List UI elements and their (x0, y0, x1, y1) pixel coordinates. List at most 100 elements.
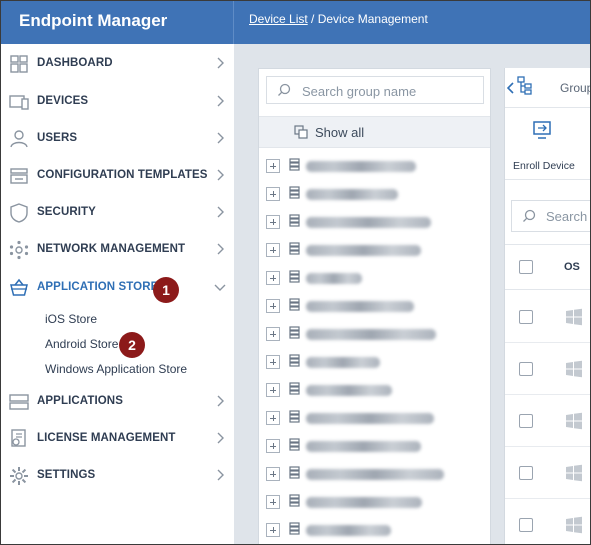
group-name-obscured (306, 413, 434, 424)
windows-os-icon (566, 464, 582, 482)
expand-plus-icon[interactable] (266, 383, 280, 397)
group-name-obscured (306, 217, 431, 228)
group-name-obscured (306, 273, 362, 284)
sidebar-item-configuration-templates[interactable]: CONFIGURATION TEMPLATES (1, 158, 234, 194)
expand-plus-icon[interactable] (266, 271, 280, 285)
dashboard-icon (10, 55, 28, 73)
group-tree-row[interactable] (259, 348, 490, 376)
group-tree-row[interactable] (259, 432, 490, 460)
expand-plus-icon[interactable] (266, 355, 280, 369)
sidebar-item-application-store[interactable]: APPLICATION STORE (1, 270, 234, 306)
sidebar-subitem-windows-application-store[interactable]: Windows Application Store (45, 362, 187, 376)
device-table-row[interactable] (505, 447, 590, 499)
select-all-checkbox[interactable] (519, 260, 533, 274)
device-table-row[interactable] (505, 395, 590, 447)
expand-plus-icon[interactable] (266, 159, 280, 173)
expand-plus-icon[interactable] (266, 439, 280, 453)
chevron-down-icon (214, 284, 226, 291)
user-icon (10, 130, 28, 148)
group-tree-icon[interactable] (517, 76, 533, 96)
chevron-right-icon (217, 395, 224, 407)
sidebar-item-network-management[interactable]: NETWORK MANAGEMENT (1, 232, 234, 268)
device-search-placeholder: Search (546, 209, 588, 224)
enroll-device-button[interactable]: Enroll Device (505, 108, 590, 180)
sidebar-item-license-management[interactable]: LICENSE MANAGEMENT (1, 421, 234, 457)
column-header-os[interactable]: OS (564, 261, 580, 273)
chevron-right-icon (217, 132, 224, 144)
group-tree-row[interactable] (259, 516, 490, 544)
sidebar-item-settings[interactable]: SETTINGS (1, 458, 234, 494)
sidebar-item-label: USERS (37, 132, 78, 144)
group-tree-row[interactable] (259, 404, 490, 432)
group-search-placeholder: Search group name (302, 84, 417, 99)
group-tree-row[interactable] (259, 460, 490, 488)
device-group-icon (289, 382, 300, 395)
collapse-left-icon[interactable] (507, 82, 515, 94)
license-icon (11, 429, 26, 447)
device-group-icon (289, 298, 300, 311)
sidebar-item-devices[interactable]: DEVICES (1, 84, 234, 120)
expand-plus-icon[interactable] (266, 327, 280, 341)
group-name-obscured (306, 329, 436, 340)
breadcrumb-device-list-link[interactable]: Device List (249, 12, 308, 26)
device-group-icon (289, 158, 300, 171)
show-all-button[interactable]: Show all (259, 116, 490, 148)
group-tree-row[interactable] (259, 152, 490, 180)
group-tree-row[interactable] (259, 180, 490, 208)
device-group-icon (289, 242, 300, 255)
search-icon (523, 209, 536, 222)
group-name-obscured (306, 357, 380, 368)
expand-plus-icon[interactable] (266, 495, 280, 509)
row-checkbox[interactable] (519, 362, 533, 376)
row-checkbox[interactable] (519, 414, 533, 428)
windows-os-icon (566, 360, 582, 378)
row-checkbox[interactable] (519, 518, 533, 532)
chevron-right-icon (217, 206, 224, 218)
row-checkbox[interactable] (519, 310, 533, 324)
sidebar-subitem-android-store[interactable]: Android Store (45, 337, 118, 351)
expand-plus-icon[interactable] (266, 243, 280, 257)
group-tree-row[interactable] (259, 376, 490, 404)
group-name-obscured (306, 469, 444, 480)
group-tree-row[interactable] (259, 208, 490, 236)
app-window: Endpoint Manager Device List / Device Ma… (0, 0, 591, 545)
chevron-right-icon (217, 243, 224, 255)
group-tree-row[interactable] (259, 320, 490, 348)
network-icon (9, 240, 29, 260)
sidebar-subitem-ios-store[interactable]: iOS Store (45, 312, 97, 326)
device-group-icon (289, 522, 300, 535)
device-table-row[interactable] (505, 343, 590, 395)
breadcrumb-separator: / (311, 12, 315, 26)
sidebar-item-security[interactable]: SECURITY (1, 195, 234, 231)
expand-plus-icon[interactable] (266, 523, 280, 537)
expand-plus-icon[interactable] (266, 187, 280, 201)
applications-icon (9, 394, 29, 410)
chevron-right-icon (217, 57, 224, 69)
device-table-row[interactable] (505, 499, 590, 544)
device-group-icon (289, 466, 300, 479)
devices-icon (9, 95, 29, 110)
sidebar-item-users[interactable]: USERS (1, 121, 234, 157)
device-table-row[interactable] (505, 291, 590, 343)
sidebar-item-applications[interactable]: APPLICATIONS (1, 384, 234, 420)
expand-plus-icon[interactable] (266, 411, 280, 425)
expand-plus-icon[interactable] (266, 215, 280, 229)
sidebar-item-dashboard[interactable]: DASHBOARD (1, 46, 234, 82)
group-tree-row[interactable] (259, 488, 490, 516)
device-search-input[interactable]: Search (511, 200, 590, 232)
group-tree-row[interactable] (259, 264, 490, 292)
enroll-device-icon (533, 121, 551, 139)
group-search-input[interactable]: Search group name (266, 76, 484, 104)
group-tab-label[interactable]: Group (560, 81, 590, 95)
top-bar: Endpoint Manager Device List / Device Ma… (1, 1, 590, 44)
group-tree-row[interactable] (259, 292, 490, 320)
breadcrumb-current: Device Management (317, 12, 428, 26)
sidebar: DASHBOARD DEVICES USERS CONFIGURATION TE… (1, 44, 234, 544)
device-group-icon (289, 410, 300, 423)
group-tree-row[interactable] (259, 236, 490, 264)
sidebar-item-label: NETWORK MANAGEMENT (37, 243, 186, 255)
expand-plus-icon[interactable] (266, 467, 280, 481)
expand-plus-icon[interactable] (266, 299, 280, 313)
row-checkbox[interactable] (519, 466, 533, 480)
device-group-icon (289, 186, 300, 199)
